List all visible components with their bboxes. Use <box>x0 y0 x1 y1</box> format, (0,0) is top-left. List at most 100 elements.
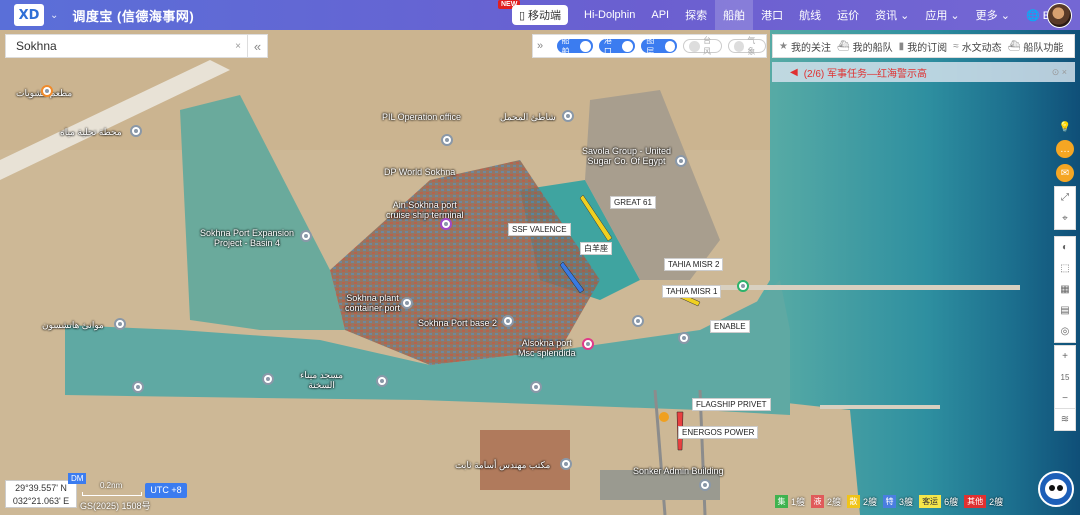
legend-passenger[interactable]: 客运 6艘 <box>919 494 958 508</box>
fleet-functions-button[interactable]: ⛴ 船队功能 <box>1008 39 1064 54</box>
coord-format-toggle[interactable]: DM <box>68 473 87 484</box>
poi-pin[interactable] <box>675 155 687 167</box>
poi-pin[interactable] <box>114 318 126 330</box>
ship-tag-energos[interactable]: ENERGOS POWER <box>678 426 759 439</box>
poi-pin[interactable] <box>262 373 274 385</box>
my-follows-button[interactable]: ★ 我的关注 <box>779 39 831 54</box>
poi-pin[interactable] <box>132 381 144 393</box>
ship-tag-ssf[interactable]: SSF VALENCE <box>508 223 571 236</box>
ship-tag-tahia1[interactable]: TAHIA MISR 1 <box>662 285 722 298</box>
poi-pin[interactable] <box>530 381 542 393</box>
assistant-panda-icon[interactable] <box>1038 471 1074 507</box>
nav-explore[interactable]: 探索 <box>677 0 715 30</box>
nav-api[interactable]: API <box>643 0 677 30</box>
nav-routes[interactable]: 航线 <box>791 0 829 30</box>
toggle-ports[interactable]: 港口 <box>598 36 636 56</box>
fullscreen-icon[interactable]: ⤢ <box>1055 187 1075 208</box>
ship-tag-flagship[interactable]: FLAGSHIP PRIVET <box>692 398 771 411</box>
legend-count: 1艘 <box>791 496 806 507</box>
nav-ships[interactable]: 船舶 <box>715 0 754 30</box>
ship-tag-tahia2[interactable]: TAHIA MISR 2 <box>664 258 724 271</box>
legend-bulk[interactable]: 散 2艘 <box>847 494 877 508</box>
toggle-ships[interactable]: 船舶 <box>556 36 593 56</box>
palette-icon[interactable]: ◐ <box>1055 237 1075 258</box>
star-icon: ★ <box>779 40 788 52</box>
chevron-down-icon[interactable]: ⌄ <box>50 10 58 21</box>
legend-swatch: 客运 <box>919 494 942 508</box>
cruise-pin[interactable] <box>440 218 452 230</box>
avatar[interactable] <box>1047 3 1072 28</box>
legend-other[interactable]: 其他 2艘 <box>964 494 1003 508</box>
collapse-panel-button[interactable]: « <box>247 35 267 57</box>
legend-count: 2艘 <box>827 496 842 507</box>
toggle-layers[interactable]: 图层 <box>641 36 678 56</box>
restaurant-pin[interactable] <box>41 85 53 97</box>
toggle-label: 台风 <box>703 36 712 56</box>
label-ar-1: محطة تحلية مياه <box>60 127 122 137</box>
legend-special[interactable]: 特 3艘 <box>883 494 914 508</box>
legend-swatch: 其他 <box>964 494 987 508</box>
alert-ticker[interactable]: ◀ (2/6) 军事任务—红海警示高 ⊙ × <box>772 62 1075 82</box>
satellite-map[interactable]: PIL Operation office شاطئ المحمل DP Worl… <box>0 30 1080 515</box>
poi-pin[interactable] <box>300 230 312 242</box>
chat-icon[interactable]: … <box>1056 140 1074 158</box>
label-sonker: Sonker Admin Building <box>633 466 724 476</box>
legend-tankers[interactable]: 液 2艘 <box>811 494 842 508</box>
poi-pin[interactable] <box>130 125 142 137</box>
zoom-in-button[interactable]: + <box>1055 346 1075 367</box>
legend-container-ships[interactable]: 集 1艘 <box>775 494 806 508</box>
latitude: 29°39.557' N <box>15 483 67 493</box>
toggle-weather[interactable]: 气象 <box>727 36 766 56</box>
nav-more[interactable]: 更多 ⌄ <box>968 0 1018 30</box>
table-icon[interactable]: ▤ <box>1055 300 1075 321</box>
nav-apps[interactable]: 应用 ⌄ <box>917 0 967 30</box>
legend-count: 3艘 <box>899 496 914 507</box>
ship-tag-enable[interactable]: ENABLE <box>710 320 750 333</box>
nav-hi-dolphin[interactable]: Hi-Dolphin <box>576 0 643 30</box>
timezone-button[interactable]: UTC +8 <box>145 483 187 498</box>
poi-pin[interactable] <box>376 375 388 387</box>
mobile-button[interactable]: ▯ 移动端 <box>512 5 568 25</box>
my-subscriptions-button[interactable]: ▮ 我的订阅 <box>899 39 948 54</box>
poi-pin[interactable] <box>632 315 644 327</box>
hydrology-button[interactable]: ≈ 水文动态 <box>953 39 1002 54</box>
poi-pin[interactable] <box>401 297 413 309</box>
alert-controls[interactable]: ⊙ × <box>1052 67 1067 78</box>
lightbulb-icon[interactable]: 💡 <box>1056 118 1074 136</box>
poi-pin[interactable] <box>502 315 514 327</box>
poi-pin[interactable] <box>678 332 690 344</box>
area-select-icon[interactable]: ⬚ <box>1055 258 1075 279</box>
phone-icon: ▯ <box>518 9 526 22</box>
my-fleet-button[interactable]: ⛴ 我的船队 <box>837 39 893 54</box>
clear-icon[interactable]: × <box>235 41 241 52</box>
legend-swatch: 散 <box>847 494 861 508</box>
nav-ports[interactable]: 港口 <box>753 0 791 30</box>
toggle-label: 气象 <box>747 36 756 56</box>
locate-icon[interactable]: ⌖ <box>1055 208 1075 229</box>
label-expansion: Sokhna Port Expansion Project - Basin 4 <box>200 228 295 248</box>
toggle-typhoon[interactable]: 台风 <box>683 36 722 56</box>
bookmark-icon: ▮ <box>898 40 905 52</box>
grid-icon[interactable]: ▦ <box>1055 279 1075 300</box>
message-icon[interactable]: ✉ <box>1056 164 1074 182</box>
target-icon[interactable]: ◎ <box>1055 321 1075 342</box>
expand-icon[interactable]: » <box>537 40 551 52</box>
port-pin[interactable] <box>737 280 749 292</box>
app-logo[interactable]: XD <box>14 4 44 26</box>
nav-freight[interactable]: 运价 <box>829 0 867 30</box>
app-title: 调度宝 (信德海事网) <box>72 8 195 24</box>
poi-pin[interactable] <box>699 479 711 491</box>
poi-pin[interactable] <box>441 134 453 146</box>
cruise-pin[interactable] <box>582 338 594 350</box>
label-base2: Sokhna Port base 2 <box>418 318 498 328</box>
ship-tag-baiyang[interactable]: 白羊座 <box>580 242 612 255</box>
search-input[interactable] <box>16 39 226 53</box>
poi-pin[interactable] <box>562 110 574 122</box>
poi-pin[interactable] <box>560 458 572 470</box>
nav-news[interactable]: 资讯 ⌄ <box>867 0 917 30</box>
ship-tag-great61[interactable]: GREAT 61 <box>610 196 656 209</box>
map-imagery <box>0 30 1080 515</box>
layers-icon[interactable]: ≋ <box>1055 409 1075 430</box>
toggle-knob <box>580 40 591 52</box>
zoom-out-button[interactable]: − <box>1055 388 1075 409</box>
